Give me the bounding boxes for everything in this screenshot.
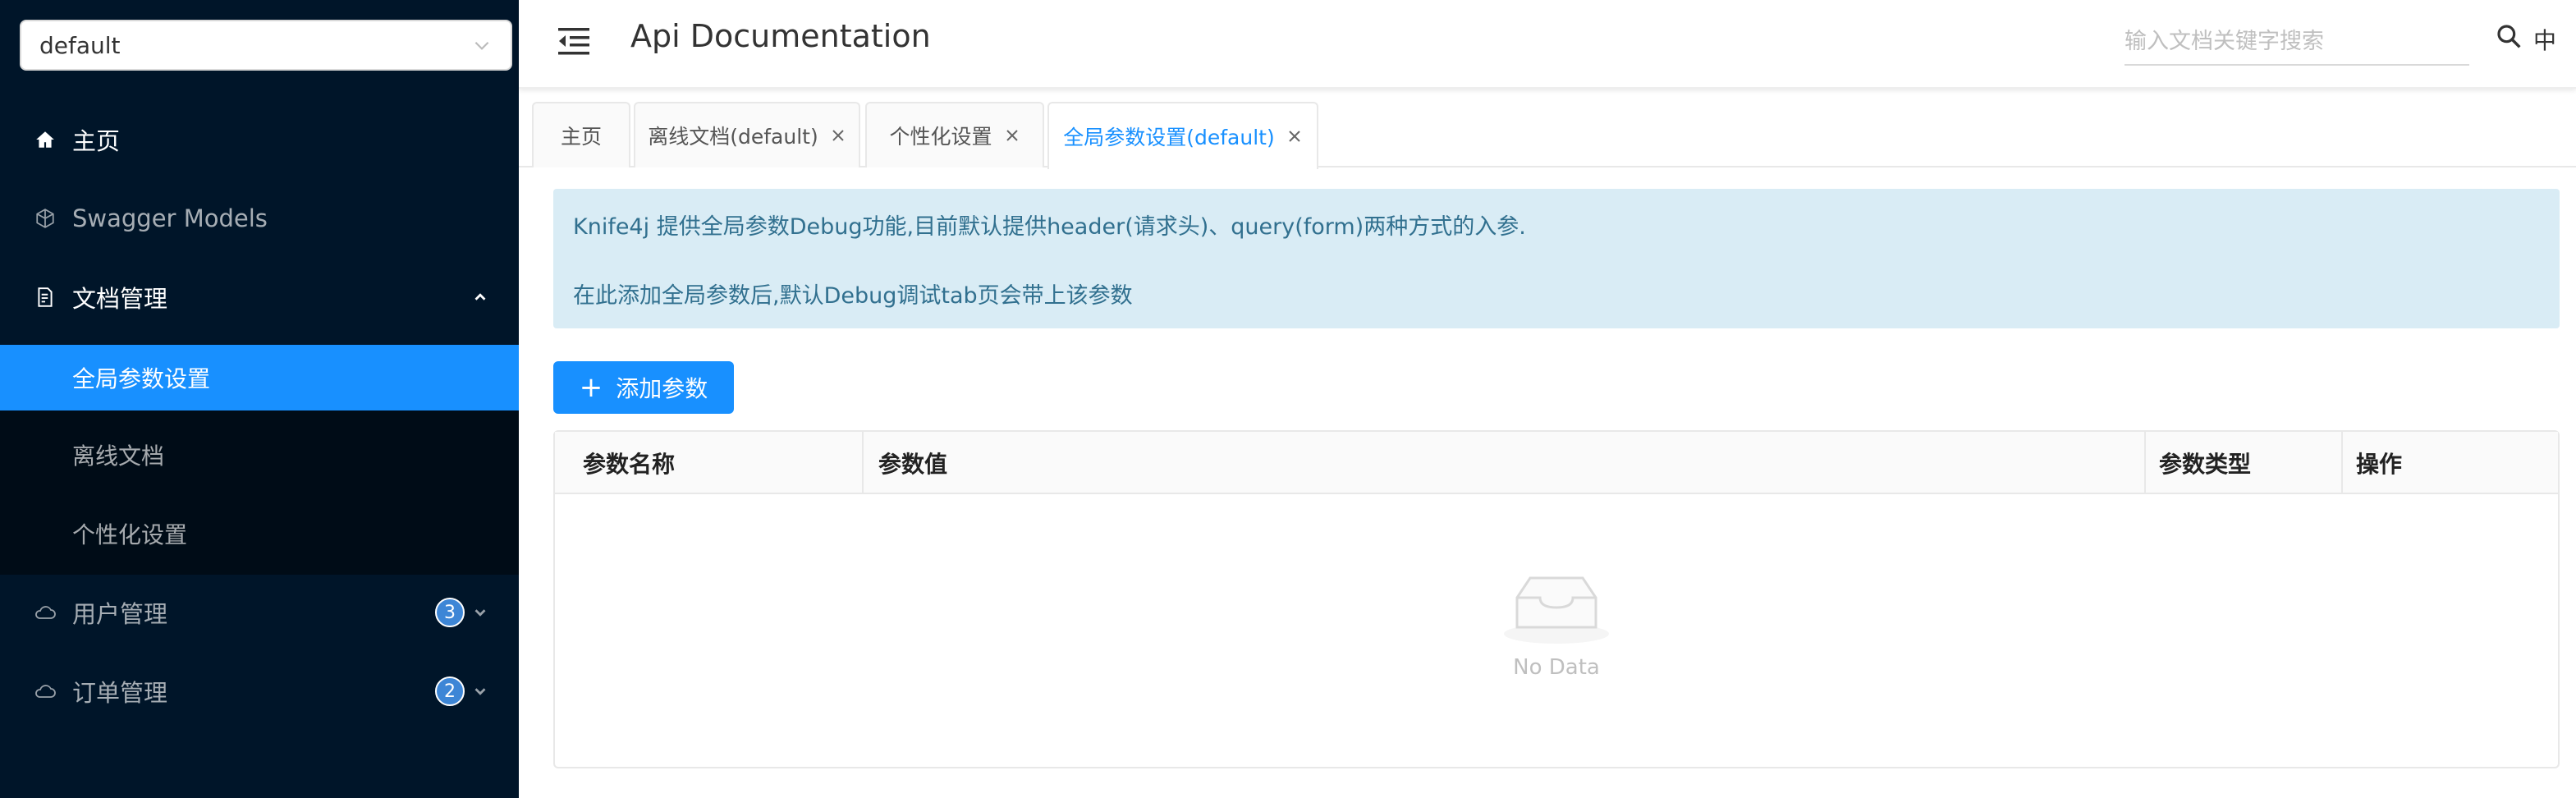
menu-fold-icon[interactable] (557, 25, 591, 57)
tab-label: 个性化设置 (889, 125, 992, 149)
count-badge: 3 (435, 598, 465, 627)
column-header: 参数值 (878, 451, 948, 478)
add-param-button[interactable]: + 添加参数 (553, 361, 734, 414)
language-toggle[interactable]: 中 (2533, 23, 2556, 56)
sidebar-subitem-label: 全局参数设置 (72, 365, 211, 392)
group-select[interactable]: default (20, 20, 512, 71)
column-header: 操作 (2356, 451, 2403, 478)
alert-line: Knife4j 提供全局参数Debug功能,目前默认提供header(请求头)、… (573, 214, 1526, 240)
tab-home[interactable]: 主页 (532, 102, 630, 167)
sidebar-item-label: Swagger Models (72, 204, 268, 232)
close-icon[interactable] (1004, 127, 1020, 144)
table-header: 参数名称 参数值 参数类型 操作 (555, 432, 2558, 494)
sidebar-item-label: 主页 (72, 127, 121, 155)
tab-label: 离线文档(default) (648, 125, 818, 149)
plus-icon: + (579, 371, 603, 404)
empty-state: No Data (555, 496, 2558, 767)
group-select-value: default (39, 31, 121, 59)
search-input[interactable] (2125, 18, 2469, 66)
sidebar: default 主页 Swagger Models 文档管理 全局参数设置 离线… (0, 0, 519, 798)
file-icon (33, 285, 57, 310)
home-icon (33, 127, 57, 152)
sidebar-subitem-label: 个性化设置 (72, 521, 188, 548)
sidebar-item-home[interactable]: 主页 (0, 107, 519, 172)
params-table: 参数名称 参数值 参数类型 操作 No Data (553, 430, 2560, 768)
close-icon[interactable] (830, 127, 846, 144)
tab-global-params[interactable]: 全局参数设置(default) (1047, 102, 1318, 169)
chevron-down-icon (474, 609, 486, 617)
empty-inbox-icon (1504, 576, 1609, 644)
empty-text: No Data (1513, 655, 1600, 680)
chevron-down-icon (474, 41, 489, 50)
column-divider (862, 432, 864, 494)
sidebar-item-label: 用户管理 (72, 600, 168, 628)
close-icon[interactable] (1286, 128, 1303, 144)
add-param-label: 添加参数 (616, 375, 708, 402)
tab-label: 全局参数设置(default) (1063, 126, 1275, 149)
sidebar-subitem-personalize[interactable]: 个性化设置 (0, 501, 519, 566)
search-icon[interactable] (2496, 23, 2522, 49)
column-header: 参数名称 (583, 451, 676, 478)
alert-line: 在此添加全局参数后,默认Debug调试tab页会带上该参数 (573, 283, 1133, 309)
tab-offline-doc[interactable]: 离线文档(default) (634, 102, 860, 167)
sidebar-subitem-offline-doc[interactable]: 离线文档 (0, 422, 519, 488)
tab-personalize[interactable]: 个性化设置 (865, 102, 1044, 167)
sidebar-item-label: 文档管理 (72, 285, 168, 313)
page-title: Api Documentation (630, 18, 931, 54)
top-header: Api Documentation 中 (519, 0, 2576, 89)
chevron-down-icon (474, 688, 486, 695)
column-header: 参数类型 (2159, 451, 2252, 478)
chevron-up-icon (474, 293, 486, 300)
tab-label: 主页 (560, 125, 602, 149)
sidebar-item-user-manage[interactable]: 用户管理 3 (0, 580, 519, 645)
column-divider (2144, 432, 2146, 494)
cloud-icon (33, 679, 57, 704)
sidebar-item-swagger-models[interactable]: Swagger Models (0, 186, 519, 251)
cube-icon (33, 206, 57, 231)
count-badge: 2 (435, 676, 465, 706)
info-alert: Knife4j 提供全局参数Debug功能,目前默认提供header(请求头)、… (553, 189, 2560, 328)
cloud-icon (33, 600, 57, 625)
column-divider (2341, 432, 2343, 494)
tabs-bar: 主页 离线文档(default) 个性化设置 全局参数设置(default) (519, 97, 2576, 169)
sidebar-item-order-manage[interactable]: 订单管理 2 (0, 658, 519, 724)
sidebar-item-doc-manage[interactable]: 文档管理 (0, 264, 519, 330)
sidebar-subitem-label: 离线文档 (72, 443, 165, 470)
sidebar-item-label: 订单管理 (72, 679, 168, 707)
sidebar-subitem-global-params[interactable]: 全局参数设置 (0, 345, 519, 410)
